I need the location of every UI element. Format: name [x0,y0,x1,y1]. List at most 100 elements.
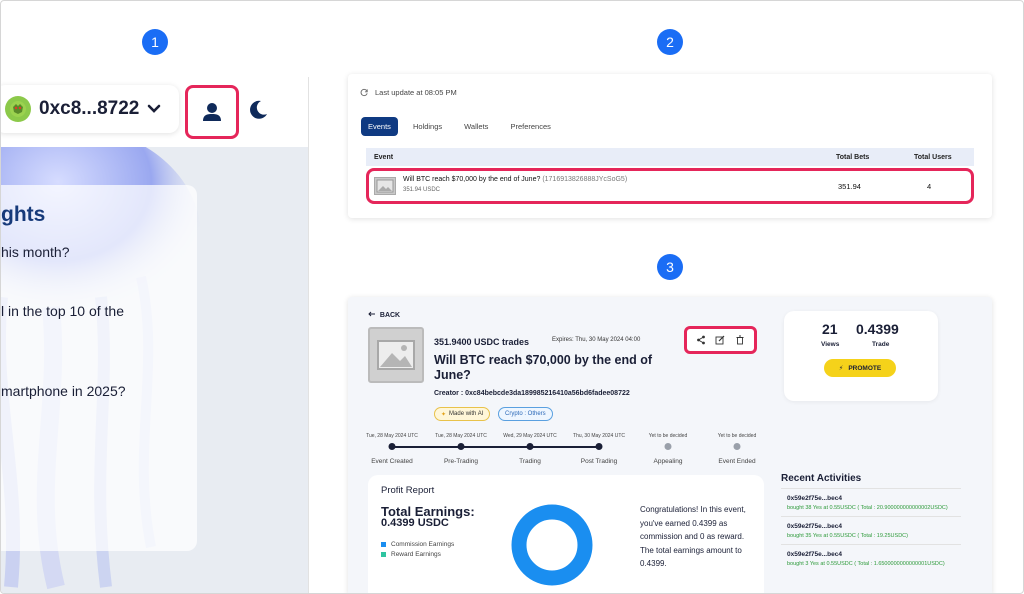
legend-item-reward: Reward Earnings [381,551,441,558]
views-count: 21 [822,321,838,337]
activity-description: bought 35 Yes at 0.55USDC ( Total : 19.2… [787,533,908,539]
column-header-total-bets: Total Bets [836,153,870,161]
timeline-date: Wed, 29 May 2024 UTC [503,433,557,439]
step-number: 2 [666,34,674,50]
recent-activities-title: Recent Activities [781,473,862,484]
table-row[interactable]: Will BTC reach $70,000 by the end of Jun… [366,168,974,204]
total-earnings-value: 0.4399 USDC [381,517,449,529]
trash-icon[interactable] [735,335,745,345]
lightning-icon: ⚡ [838,365,844,372]
insights-card [1,185,197,551]
screenshot-frame: 1 2 3 0xc8...8722 ghts his month? l in t… [0,0,1024,594]
last-update: Last update at 08:05 PM [360,88,457,97]
timeline-date: Yet to be decided [717,433,757,439]
made-with-ai-chip: ✦ Made with AI [434,407,491,421]
sparkle-icon: ✦ [441,411,447,418]
trade-value: 0.4399 [856,321,899,337]
column-header-total-users: Total Users [914,153,952,161]
timeline-progress-line [392,446,599,448]
timeline-stage-label: Trading [519,458,541,465]
edit-icon[interactable] [715,335,725,345]
activity-address: 0x59e2f75e...bec4 [787,495,842,502]
question-text[interactable]: martphone in 2025? [1,383,126,399]
event-title: Will BTC reach $70,000 by the end of Jun… [403,176,541,183]
insights-title: ghts [1,203,46,226]
chevron-down-icon [147,101,161,117]
refresh-icon[interactable] [360,88,369,97]
last-update-text: Last update at 08:05 PM [375,88,457,97]
profile-tabs: Events Holdings Wallets Preferences [361,117,558,136]
back-label: BACK [379,312,401,319]
earnings-donut-chart [511,504,593,586]
event-title-cell: Will BTC reach $70,000 by the end of Jun… [403,176,627,183]
user-icon [203,103,221,121]
share-icon[interactable] [696,335,706,345]
list-item[interactable]: 0x59e2f75e...bec4 bought 38 Yes at 0.55U… [781,488,961,516]
arrow-left-icon [368,311,375,317]
earnings-message: Congratulations! In this event, you've e… [640,505,746,568]
panel-profile-nav: 0xc8...8722 ghts his month? l in the top… [1,1,308,593]
profit-report-card: Profit Report Total Earnings: 0.4399 USD… [368,475,764,593]
timeline-dot [733,443,741,450]
tab-holdings[interactable]: Holdings [406,117,449,136]
timeline-date: Thu, 30 May 2024 UTC [573,433,625,439]
promote-button[interactable]: ⚡ PROMOTE [824,359,896,377]
timeline-stage-label: Appealing [653,458,683,465]
timeline-stage-label: Pre-Trading [443,458,479,465]
wallet-dropdown[interactable]: 0xc8...8722 [1,85,179,133]
events-table: Event Total Bets Total Users Will BTC re… [366,148,974,204]
image-placeholder-icon [374,177,396,195]
step-badge-2: 2 [657,29,683,55]
list-item[interactable]: 0x59e2f75e...bec4 bought 35 Yes at 0.55U… [781,516,961,544]
column-header-event: Event [374,153,394,161]
event-timeline: Tue, 28 May 2024 UTC Event Created Tue, 28… [366,433,776,467]
event-creator: Creator : 0xc84bebcde3da189985216410a56b… [434,390,630,397]
list-item[interactable]: 0x59e2f75e...bec4 bought 3 Yes at 0.55US… [781,544,961,572]
event-id: (1716913826888JYcSoG5) [542,176,628,183]
chip-label: Made with AI [449,411,484,417]
activity-address: 0x59e2f75e...bec4 [787,551,842,558]
total-users-cell: 4 [927,182,932,191]
activity-description: bought 38 Yes at 0.55USDC ( Total : 20.9… [787,505,948,511]
profile-button[interactable] [185,85,239,139]
back-button[interactable]: BACK [368,311,400,319]
views-label: Views [821,341,840,348]
timeline-dot [388,443,396,450]
profit-report-title: Profit Report [381,485,435,496]
timeline-stage-label: Post Trading [580,458,618,465]
timeline-stage-label: Event Created [371,458,413,465]
timeline-dot [664,443,672,450]
legend-item-commission: Commission Earnings [381,541,454,548]
promote-label: PROMOTE [848,364,882,372]
step-number: 3 [666,259,674,275]
tab-events[interactable]: Events [361,117,398,136]
tab-preferences[interactable]: Preferences [503,117,557,136]
tab-wallets[interactable]: Wallets [457,117,495,136]
event-stats-card: 21 Views 0.4399 Trade ⚡ PROMOTE [784,311,938,401]
legend-label: Commission Earnings [391,541,455,548]
recent-activities: Recent Activities 0x59e2f75e...bec4 boug… [781,473,961,572]
wallet-address: 0xc8...8722 [39,98,140,119]
timeline-date: Tue, 28 May 2024 UTC [435,433,487,439]
timeline-date: Yet to be decided [648,433,688,439]
insights-area [1,147,308,593]
question-text[interactable]: l in the top 10 of the [1,303,124,319]
panel-event-detail: BACK 351.9400 USDC trades Expires: Thu, … [348,297,992,593]
panel-events-table: Last update at 08:05 PM Events Holdings … [348,74,992,218]
donut-segment-commission [511,504,593,586]
event-image-placeholder-icon [368,327,424,383]
table-header: Event Total Bets Total Users [366,148,974,166]
event-actions [684,326,757,354]
category-chip[interactable]: Crypto : Others [498,407,553,421]
question-text[interactable]: his month? [1,244,69,260]
timeline-dot [457,443,465,450]
legend-label: Reward Earnings [391,551,441,558]
legend-swatch [381,542,386,547]
moon-icon[interactable] [247,99,269,121]
event-title: Will BTC reach $70,000 by the end of Jun… [434,353,653,382]
timeline-dot [526,443,534,450]
activity-address: 0x59e2f75e...bec4 [787,523,842,530]
timeline-dot [595,443,603,450]
event-expires: Expires: Thu, 30 May 2024 04:00 [552,337,641,343]
trade-label: Trade [872,341,890,348]
